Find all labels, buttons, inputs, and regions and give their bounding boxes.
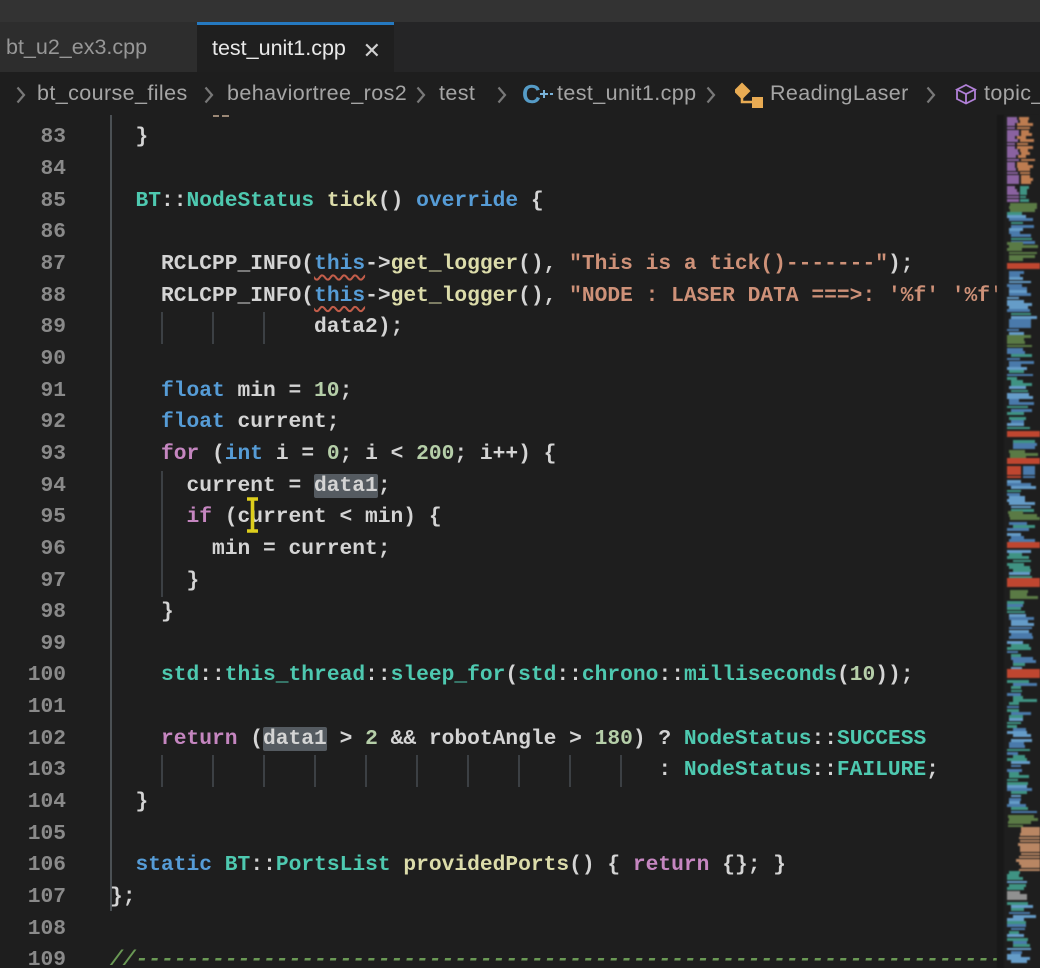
svg-text:C: C	[522, 79, 541, 109]
